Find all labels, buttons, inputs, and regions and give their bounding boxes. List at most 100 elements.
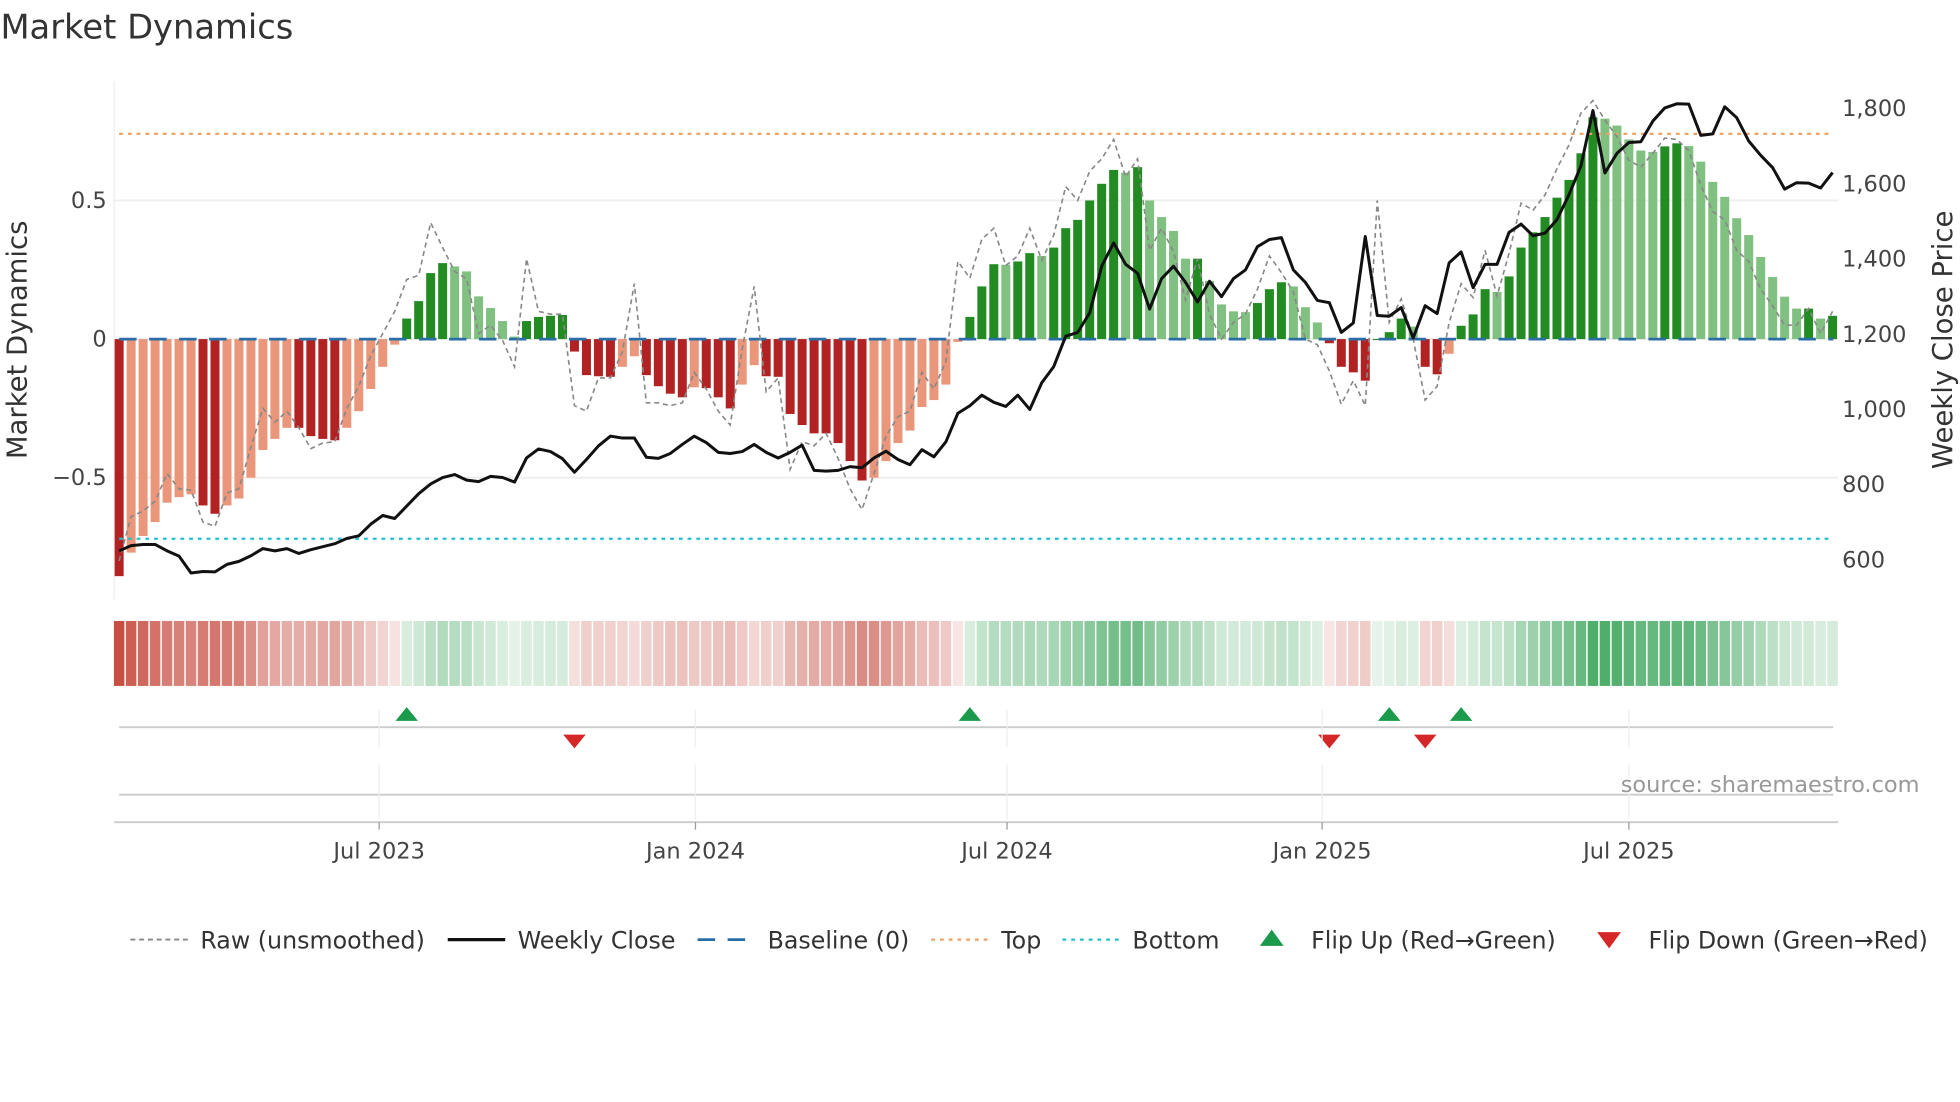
flip-up-marker xyxy=(395,707,418,721)
heat-cell xyxy=(1180,620,1191,686)
heat-cell xyxy=(677,620,688,686)
heat-cell xyxy=(1683,620,1695,686)
heat-cell xyxy=(1240,620,1251,686)
heat-cell xyxy=(832,620,844,686)
bar-negative xyxy=(342,339,352,428)
bar-positive xyxy=(1228,311,1238,340)
heat-cell xyxy=(113,620,125,686)
heat-cell xyxy=(1383,620,1395,686)
right-axis: 600 800 1,000 1,200 1,400 1,600 1,800 xyxy=(1842,96,1906,573)
heat-cell xyxy=(1767,620,1778,686)
heat-cell xyxy=(1324,620,1335,686)
heat-cell xyxy=(1611,620,1623,686)
bar-positive xyxy=(1540,217,1550,340)
heat-cell xyxy=(1599,620,1611,686)
heat-cell xyxy=(701,620,712,686)
bar-positive xyxy=(1109,169,1119,340)
heat-cell xyxy=(161,620,173,686)
bar-positive xyxy=(1312,322,1322,340)
bar-negative xyxy=(821,339,831,434)
heat-cell xyxy=(1515,620,1527,686)
bar-negative xyxy=(677,339,687,398)
heat-cell xyxy=(1000,620,1012,686)
left-axis-label: Market Dynamics xyxy=(2,221,34,460)
heat-cell xyxy=(125,620,137,686)
momentum-heat-strip xyxy=(113,620,1838,686)
bar-negative xyxy=(893,339,903,444)
heat-cell xyxy=(1827,620,1838,686)
bar-positive xyxy=(1528,232,1538,340)
x-tick-label: Jan 2024 xyxy=(644,838,745,864)
heat-cell xyxy=(1479,620,1491,686)
bar-positive xyxy=(1001,264,1011,340)
heat-cell xyxy=(1072,620,1083,686)
bar-positive xyxy=(1504,276,1514,340)
heat-cell xyxy=(377,620,388,686)
bar-positive xyxy=(522,321,532,340)
heat-cell xyxy=(557,620,568,686)
bar-positive xyxy=(1660,146,1670,340)
bar-positive xyxy=(1744,235,1754,340)
heat-cell xyxy=(1743,620,1754,686)
bar-negative xyxy=(809,339,819,434)
flip-up-marker xyxy=(1377,707,1401,721)
heat-cell xyxy=(581,620,592,686)
bar-positive xyxy=(1456,325,1466,340)
bar-positive xyxy=(1252,303,1262,340)
heat-cell xyxy=(281,620,293,686)
heat-cell xyxy=(1144,620,1155,686)
flip-markers-panel xyxy=(114,707,1839,824)
heat-cell xyxy=(1539,620,1551,686)
heat-cell xyxy=(305,620,317,686)
heat-cell xyxy=(1336,620,1347,686)
bar-negative xyxy=(785,339,795,414)
bar-positive xyxy=(1240,312,1250,340)
bars xyxy=(114,117,1838,577)
bar-negative xyxy=(929,339,939,401)
heat-cell xyxy=(1695,620,1707,686)
heat-cell xyxy=(1348,620,1359,686)
bar-negative xyxy=(1420,339,1430,367)
heat-cell xyxy=(892,620,904,686)
bar-negative xyxy=(354,339,364,412)
heat-cell xyxy=(796,620,808,686)
heat-cell xyxy=(1467,620,1479,686)
bar-negative xyxy=(294,339,304,428)
heat-cell xyxy=(952,620,964,686)
heat-cell xyxy=(401,620,412,686)
bar-positive xyxy=(402,318,412,340)
y-tick-label: 0 xyxy=(92,327,106,353)
heat-cell xyxy=(760,620,772,686)
heat-cell xyxy=(1491,620,1503,686)
legend-label: Baseline (0) xyxy=(768,926,910,954)
bar-positive xyxy=(1804,308,1814,340)
bar-positive xyxy=(977,286,987,340)
bar-positive xyxy=(1049,247,1059,340)
heat-cell xyxy=(1060,620,1071,686)
heat-cell xyxy=(1204,620,1215,686)
bar-negative xyxy=(210,339,220,514)
heat-cell xyxy=(437,620,448,686)
bar-negative xyxy=(629,339,639,357)
heat-cell xyxy=(1815,620,1826,686)
bar-positive xyxy=(1624,139,1634,340)
bar-negative xyxy=(366,339,376,389)
bar-positive xyxy=(1828,315,1838,340)
bar-positive xyxy=(1516,247,1526,340)
legend-flip-down-icon xyxy=(1597,932,1621,949)
heat-cell xyxy=(1551,620,1563,686)
heat-cell xyxy=(964,620,976,686)
heat-cell xyxy=(724,620,736,686)
bar-negative xyxy=(905,339,915,431)
bar-negative xyxy=(126,339,136,553)
x-tick-label: Jul 2024 xyxy=(959,838,1052,864)
heat-cell xyxy=(257,620,269,686)
heat-cell xyxy=(844,620,856,686)
bar-negative xyxy=(114,339,124,577)
flip-down-marker xyxy=(1413,734,1437,749)
heat-cell xyxy=(712,620,724,686)
heat-cell xyxy=(1755,620,1766,686)
heat-cell xyxy=(1395,620,1407,686)
heat-cell xyxy=(1312,620,1323,686)
heat-cell xyxy=(1156,620,1167,686)
